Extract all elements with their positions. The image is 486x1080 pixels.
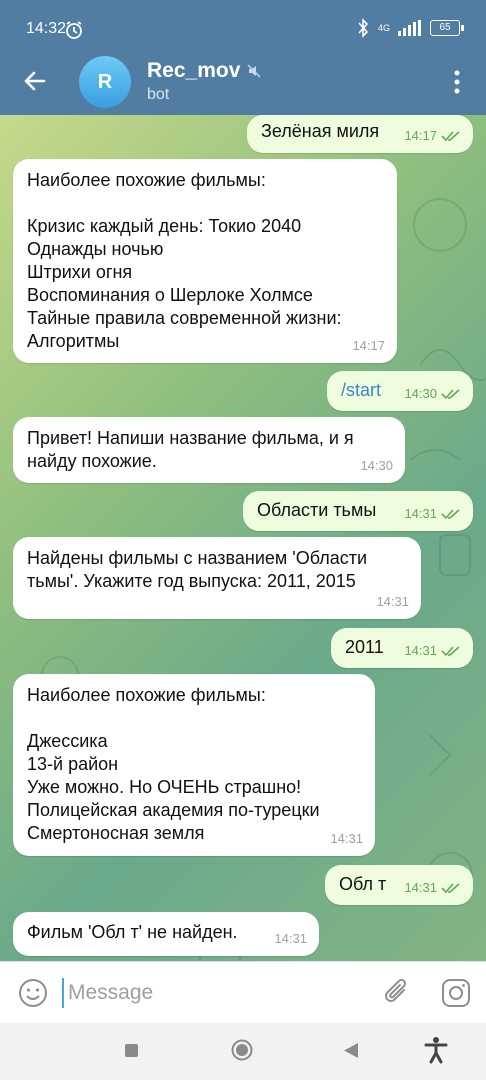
battery-level: 65 bbox=[439, 22, 451, 33]
message-incoming[interactable]: Наиболее похожие фильмы: Кризис каждый д… bbox=[13, 159, 397, 363]
bluetooth-icon bbox=[358, 18, 369, 38]
message-meta: 14:31 bbox=[404, 639, 461, 662]
nav-back-icon[interactable] bbox=[343, 1042, 359, 1059]
message-outgoing[interactable]: Области тьмы 14:31 bbox=[243, 491, 473, 531]
message-text: Найдены фильмы с названием 'Области тьмы… bbox=[27, 548, 368, 591]
message-text: Наиболее похожие фильмы: Кризис каждый д… bbox=[27, 170, 342, 351]
double-check-icon bbox=[441, 882, 460, 893]
alarm-icon bbox=[66, 21, 82, 39]
avatar[interactable]: R bbox=[79, 56, 131, 108]
nav-square-icon[interactable] bbox=[125, 1044, 138, 1057]
double-check-icon bbox=[441, 388, 460, 399]
message-time: 14:31 bbox=[404, 506, 437, 521]
message-outgoing[interactable]: Зелёная миля 14:17 bbox=[247, 115, 473, 153]
message-time: 14:31 bbox=[274, 931, 307, 946]
chat-header: 14:32 4G 65 R Rec_mov bot bbox=[0, 0, 486, 115]
nav-home-icon[interactable] bbox=[231, 1039, 253, 1061]
message-time: 14:17 bbox=[404, 128, 437, 143]
message-meta: 14:30 bbox=[404, 382, 461, 405]
accessibility-icon[interactable] bbox=[424, 1036, 448, 1064]
message-meta: 14:31 bbox=[274, 927, 307, 950]
message-incoming[interactable]: Привет! Напиши название фильма, и я найд… bbox=[13, 417, 405, 483]
message-time: 14:30 bbox=[404, 386, 437, 401]
message-time: 14:31 bbox=[330, 831, 363, 846]
message-outgoing[interactable]: /start 14:30 bbox=[327, 371, 473, 411]
message-incoming[interactable]: Найдены фильмы с названием 'Области тьмы… bbox=[13, 537, 421, 619]
camera-icon[interactable] bbox=[440, 977, 472, 1009]
message-meta: 14:17 bbox=[404, 124, 461, 147]
message-text: Привет! Напиши название фильма, и я найд… bbox=[27, 428, 354, 471]
avatar-letter: R bbox=[97, 70, 113, 93]
double-check-icon bbox=[441, 508, 460, 519]
double-check-icon bbox=[441, 130, 460, 141]
emoji-icon[interactable] bbox=[18, 978, 48, 1008]
message-outgoing[interactable]: 2011 14:31 bbox=[331, 628, 473, 668]
more-vert-icon[interactable] bbox=[448, 68, 466, 96]
back-arrow-icon[interactable] bbox=[18, 64, 52, 98]
message-time: 14:31 bbox=[404, 643, 437, 658]
message-incoming[interactable]: Фильм 'Обл т' не найден. 14:31 bbox=[13, 912, 319, 956]
message-incoming[interactable]: Наиболее похожие фильмы: Джессика 13-й р… bbox=[13, 674, 375, 856]
chat-area[interactable]: Зелёная миля 14:17 Наиболее похожие филь… bbox=[0, 115, 486, 961]
chat-subtitle: bot bbox=[147, 86, 170, 103]
message-outgoing[interactable]: Обл т 14:31 bbox=[325, 865, 473, 905]
message-text: Фильм 'Обл т' не найден. bbox=[27, 922, 238, 942]
message-input-bar bbox=[0, 961, 486, 1024]
attach-icon[interactable] bbox=[382, 976, 412, 1010]
status-bar: 14:32 4G 65 bbox=[0, 0, 486, 58]
network-type: 4G bbox=[377, 23, 390, 33]
message-text: Наиболее похожие фильмы: Джессика 13-й р… bbox=[27, 685, 320, 843]
message-time: 14:17 bbox=[352, 338, 385, 353]
mute-icon bbox=[247, 64, 261, 78]
signal-icon bbox=[398, 20, 421, 36]
message-time: 14:31 bbox=[404, 880, 437, 895]
battery-icon: 65 bbox=[430, 20, 464, 36]
message-meta: 14:31 bbox=[404, 502, 461, 525]
message-meta: 14:31 bbox=[376, 590, 409, 613]
message-input[interactable] bbox=[62, 978, 362, 1008]
status-time: 14:32 bbox=[26, 20, 67, 37]
chat-title[interactable]: Rec_mov bbox=[147, 59, 262, 83]
message-meta: 14:31 bbox=[404, 876, 461, 899]
message-time: 14:31 bbox=[376, 594, 409, 609]
chat-title-text: Rec_mov bbox=[147, 59, 241, 82]
message-meta: 14:30 bbox=[360, 454, 393, 477]
message-meta: 14:31 bbox=[330, 827, 363, 850]
message-meta: 14:17 bbox=[352, 334, 385, 357]
message-time: 14:30 bbox=[360, 458, 393, 473]
double-check-icon bbox=[441, 645, 460, 656]
